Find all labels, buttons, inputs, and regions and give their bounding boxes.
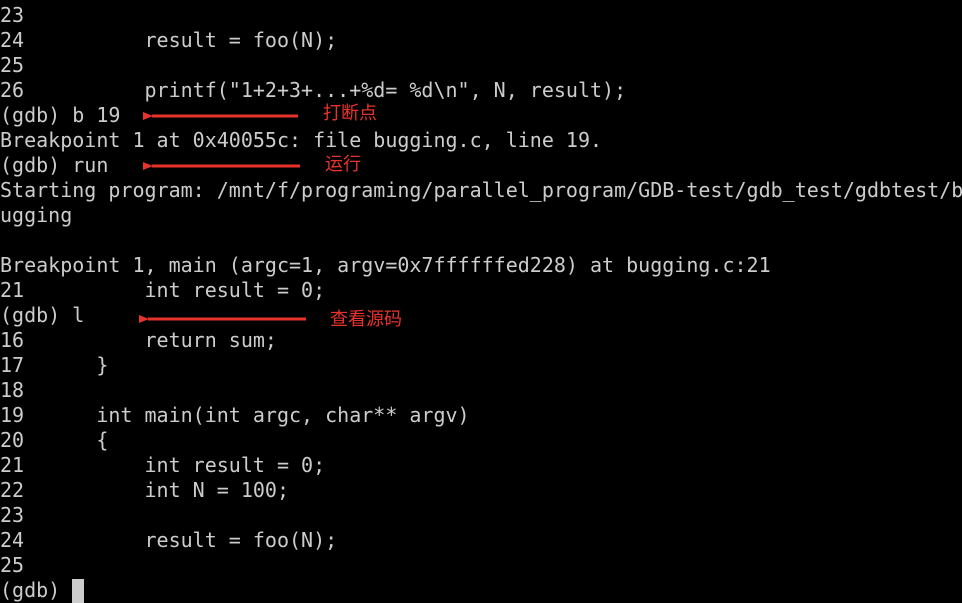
terminal-line: ugging	[0, 203, 73, 227]
terminal-line: Starting program: /mnt/f/programing/para…	[0, 178, 962, 202]
terminal-line: 24 result = foo(N);	[0, 28, 338, 52]
terminal-line: 19 int main(int argc, char** argv)	[0, 403, 470, 427]
terminal-line: 18	[0, 378, 25, 402]
terminal-line: 23	[0, 503, 25, 527]
terminal-line: Breakpoint 1, main (argc=1, argv=0x7ffff…	[0, 253, 771, 277]
gdb-command-line: (gdb) b 19	[0, 103, 121, 127]
annotation-breakpoint-label: 打断点	[323, 103, 377, 124]
prompt-line[interactable]: (gdb)	[0, 578, 962, 603]
terminal-line: 22 int N = 100;	[0, 478, 289, 502]
terminal-line: 17 }	[0, 353, 109, 377]
terminal-line: 16 return sum;	[0, 328, 277, 352]
gdb-command-line: (gdb) l	[0, 303, 85, 327]
terminal-line: 26 printf("1+2+3+...+%d= %d\n", N, resul…	[0, 78, 627, 102]
terminal-window[interactable]: 23 24 result = foo(N); 25 26 printf("1+2…	[0, 0, 962, 603]
terminal-line: Breakpoint 1 at 0x40055c: file bugging.c…	[0, 128, 603, 152]
gdb-prompt: (gdb)	[0, 578, 73, 602]
gdb-command-line: (gdb) run	[0, 153, 109, 177]
text-cursor	[72, 579, 85, 603]
terminal-line: 21 int result = 0;	[0, 278, 326, 302]
annotation-list-label: 查看源码	[330, 309, 402, 330]
terminal-line: 25	[0, 53, 25, 77]
terminal-line: 23	[0, 3, 25, 27]
terminal-line: 24 result = foo(N);	[0, 528, 338, 552]
terminal-line: 20 {	[0, 428, 109, 452]
annotation-run-label: 运行	[325, 154, 361, 175]
terminal-line: 21 int result = 0;	[0, 453, 326, 477]
terminal-line: 25	[0, 553, 25, 577]
